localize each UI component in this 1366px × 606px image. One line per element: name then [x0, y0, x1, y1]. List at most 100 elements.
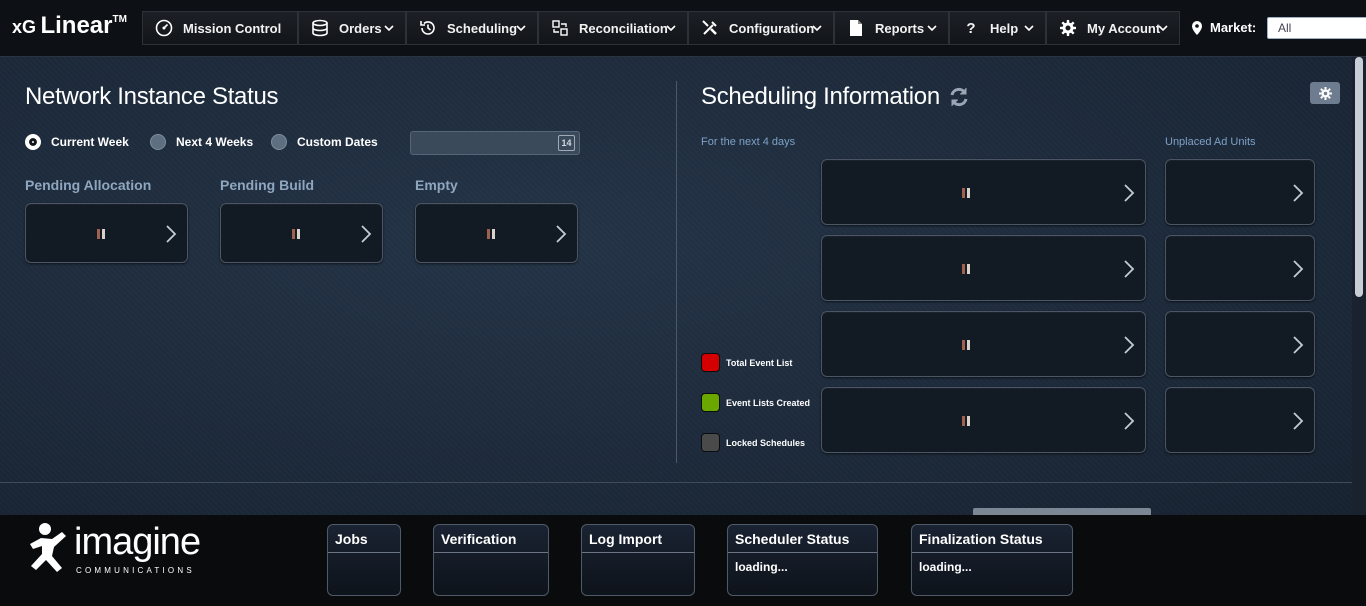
chevron-right-icon — [361, 225, 372, 243]
nav-reports[interactable]: Reports — [834, 11, 949, 45]
footer-tile-verification[interactable]: Verification — [433, 524, 549, 596]
pending-allocation-label: Pending Allocation — [25, 177, 152, 193]
chevron-right-icon — [1124, 336, 1135, 354]
panel-divider — [676, 81, 677, 463]
tile-title: Verification — [441, 531, 517, 547]
radio-current-week[interactable]: Current Week — [25, 134, 129, 150]
chevron-down-icon — [812, 25, 822, 32]
footer-tile-log-import[interactable]: Log Import — [581, 524, 695, 596]
schedule-day-card[interactable] — [821, 387, 1146, 453]
market-label: Market: — [1192, 20, 1256, 35]
calendar-icon[interactable]: 14 — [558, 135, 575, 151]
chevron-right-icon — [1124, 412, 1135, 430]
nav-label: My Account — [1087, 20, 1161, 36]
radio-next-4-weeks[interactable]: Next 4 Weeks — [150, 134, 253, 150]
nav-label: Orders — [339, 20, 382, 36]
imagine-figure-icon — [30, 523, 66, 572]
nav-configuration[interactable]: Configuration — [688, 11, 834, 45]
network-instance-status-title: Network Instance Status — [25, 83, 279, 110]
gear-icon — [1059, 19, 1077, 37]
chevron-down-icon — [1024, 25, 1034, 32]
radio-custom-dates[interactable]: Custom Dates — [271, 134, 378, 150]
radio-label: Custom Dates — [297, 135, 378, 149]
radio-selected-indicator[interactable] — [25, 134, 41, 150]
loading-spinner-icon — [97, 229, 106, 239]
reconcile-icon — [551, 19, 569, 37]
database-icon — [311, 19, 329, 37]
tile-divider — [728, 552, 877, 553]
footer-tile-jobs[interactable]: Jobs — [327, 524, 401, 596]
loading-spinner-icon — [962, 188, 971, 198]
schedule-day-card[interactable] — [821, 159, 1146, 225]
scheduling-period-label: For the next 4 days — [701, 136, 796, 148]
pending-allocation-card[interactable] — [25, 203, 188, 263]
imagine-communications-logo: imagine COMMUNICATIONS — [28, 522, 201, 575]
brand-prefix: xG — [12, 17, 37, 37]
legend-total-event-list: Total Event List — [701, 353, 792, 372]
footer-tile-scheduler-status[interactable]: Scheduler Status loading... — [727, 524, 878, 596]
loading-spinner-icon — [962, 416, 971, 426]
nav-label: Scheduling — [447, 20, 518, 36]
gear-icon — [1318, 86, 1332, 100]
legend-swatch-red — [701, 353, 720, 372]
nav-label: Configuration — [729, 20, 815, 36]
schedule-day-card[interactable] — [821, 235, 1146, 301]
loading-spinner-icon — [292, 229, 301, 239]
tile-value: loading... — [919, 560, 972, 574]
scrollbar-thumb[interactable] — [1355, 57, 1363, 297]
settings-button[interactable] — [1310, 82, 1340, 104]
legend-swatch-green — [701, 393, 720, 412]
unplaced-ad-units-card[interactable] — [1165, 235, 1315, 301]
chevron-down-icon — [1158, 25, 1168, 32]
footer-tile-finalization-status[interactable]: Finalization Status loading... — [911, 524, 1073, 596]
nav-my-account[interactable]: My Account — [1046, 11, 1180, 45]
nav-scheduling[interactable]: Scheduling — [406, 11, 538, 45]
nav-orders[interactable]: Orders — [298, 11, 406, 45]
section-divider — [0, 482, 1352, 483]
nav-label: Mission Control — [183, 20, 282, 36]
loading-spinner-icon — [487, 229, 496, 239]
legend-label: Event Lists Created — [726, 397, 811, 408]
nav-help[interactable]: ? Help — [949, 11, 1046, 45]
nav-label: Reconciliation — [579, 20, 668, 36]
legend-event-lists-created: Event Lists Created — [701, 393, 810, 412]
radio-unselected-indicator[interactable] — [150, 134, 166, 150]
chevron-right-icon — [1293, 412, 1304, 430]
chevron-right-icon — [1293, 260, 1304, 278]
schedule-day-card[interactable] — [821, 311, 1146, 377]
market-label-text: Market: — [1210, 20, 1257, 35]
chevron-right-icon — [1124, 184, 1135, 202]
tile-value: loading... — [735, 560, 788, 574]
chevron-down-icon — [927, 25, 937, 32]
radio-unselected-indicator[interactable] — [271, 134, 287, 150]
clock-history-icon — [419, 19, 437, 37]
loading-spinner-icon — [962, 264, 971, 274]
document-icon — [847, 19, 865, 37]
legend-swatch-gray — [701, 433, 720, 452]
refresh-icon[interactable] — [948, 86, 970, 108]
empty-label: Empty — [415, 177, 458, 193]
custom-date-range-input[interactable]: 14 — [410, 131, 580, 155]
chevron-right-icon — [1293, 184, 1304, 202]
pending-build-card[interactable] — [220, 203, 383, 263]
market-select-input[interactable] — [1267, 17, 1366, 39]
chevron-right-icon — [1293, 336, 1304, 354]
nav-reconciliation[interactable]: Reconciliation — [538, 11, 688, 45]
empty-card[interactable] — [415, 203, 578, 263]
scheduling-information-title: Scheduling Information — [701, 83, 940, 110]
brand-trademark: TM — [112, 14, 127, 25]
nav-mission-control[interactable]: Mission Control — [142, 11, 298, 45]
tile-title: Log Import — [589, 531, 663, 547]
unplaced-ad-units-card[interactable] — [1165, 311, 1315, 377]
pending-build-label: Pending Build — [220, 177, 315, 193]
nav-label: Reports — [875, 20, 925, 36]
tile-divider — [912, 552, 1072, 553]
unplaced-ad-units-card[interactable] — [1165, 387, 1315, 453]
unplaced-ad-units-card[interactable] — [1165, 159, 1315, 225]
chevron-right-icon — [1124, 260, 1135, 278]
legend-label: Locked Schedules — [726, 437, 806, 448]
radio-label: Next 4 Weeks — [176, 135, 254, 149]
tile-divider — [434, 552, 548, 553]
logo-subtitle: COMMUNICATIONS — [76, 566, 195, 575]
question-icon: ? — [966, 19, 976, 37]
